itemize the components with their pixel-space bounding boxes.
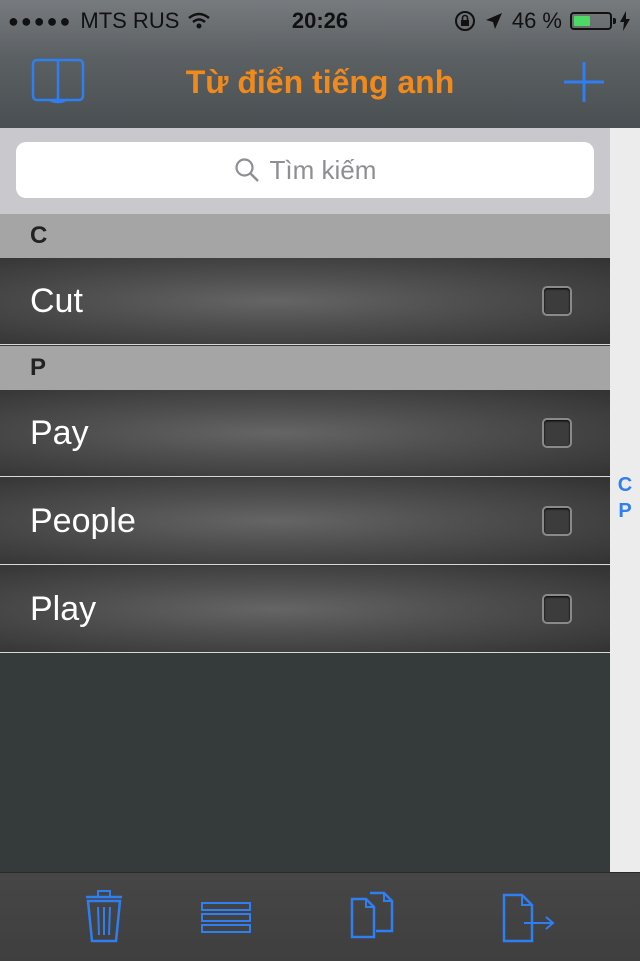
select-checkbox[interactable] — [542, 506, 572, 536]
page-title: Từ điển tiếng anh — [185, 64, 455, 100]
battery-icon — [570, 12, 616, 30]
nav-bar: Từ điển tiếng anh — [0, 40, 640, 128]
location-arrow-icon — [485, 13, 502, 29]
search-placeholder: Tìm kiếm — [269, 154, 377, 185]
plus-icon — [564, 62, 604, 102]
index-letter-p[interactable]: P — [610, 500, 640, 523]
word-label: People — [30, 502, 136, 540]
top-bar: ●●●●● MTS RUS 20:26 46 % Từ điển tiếng a… — [0, 0, 640, 129]
copy-button[interactable] — [342, 889, 402, 945]
word-label: Play — [30, 590, 97, 628]
search-icon — [234, 158, 259, 182]
bottom-toolbar — [0, 872, 640, 961]
word-label: Cut — [30, 282, 83, 320]
section-header-p: P — [0, 346, 610, 390]
word-label: Pay — [30, 414, 89, 452]
delete-button[interactable] — [74, 889, 134, 945]
list-item[interactable]: People — [0, 478, 610, 565]
battery-percent: 46 % — [511, 8, 562, 33]
trash-icon — [86, 890, 122, 943]
section-header-c: C — [0, 214, 610, 258]
add-button[interactable] — [556, 56, 612, 108]
charging-bolt-icon — [620, 11, 630, 31]
list-icon — [201, 902, 251, 933]
select-checkbox[interactable] — [542, 594, 572, 624]
index-letter-c[interactable]: C — [610, 474, 640, 497]
list-item[interactable]: Pay — [0, 390, 610, 477]
export-button[interactable] — [496, 889, 556, 945]
list-button[interactable] — [196, 889, 256, 945]
status-bar: ●●●●● MTS RUS 20:26 46 % — [0, 0, 640, 40]
list-item[interactable]: Cut — [0, 258, 610, 345]
list-item[interactable]: Play — [0, 566, 610, 653]
section-index[interactable]: C P — [610, 128, 640, 872]
export-icon — [502, 893, 555, 943]
search-input[interactable]: Tìm kiếm — [16, 142, 594, 198]
select-checkbox[interactable] — [542, 286, 572, 316]
search-area: Tìm kiếm — [0, 128, 610, 214]
select-checkbox[interactable] — [542, 418, 572, 448]
rotation-lock-icon — [454, 11, 475, 31]
battery-fill — [574, 16, 590, 26]
copy-icon — [350, 891, 394, 939]
